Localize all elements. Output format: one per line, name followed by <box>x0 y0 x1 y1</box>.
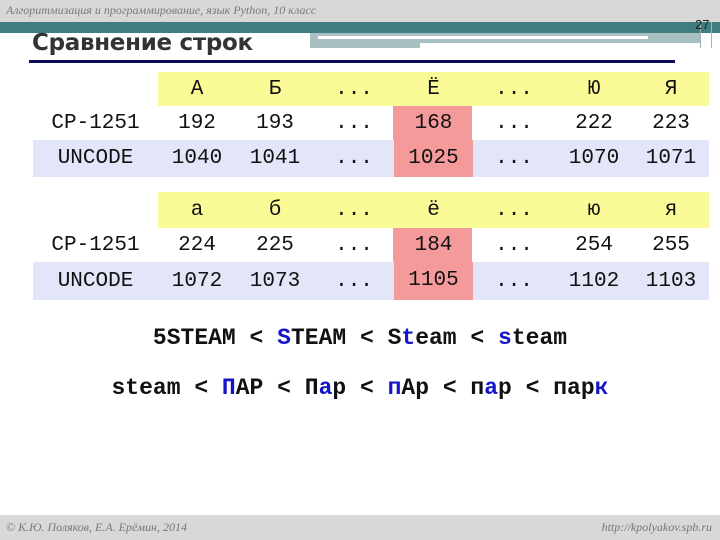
column-header: ю <box>587 198 601 222</box>
slide-number: 27 <box>695 17 710 32</box>
column-header: А <box>190 77 204 101</box>
table-cell: 168 <box>414 111 453 135</box>
table-cell: 1073 <box>249 269 301 293</box>
column-header: б <box>268 198 282 222</box>
table-cell: 223 <box>652 111 690 135</box>
highlighted-char: к <box>594 375 609 401</box>
comparison-text: TEAM < S <box>290 325 402 351</box>
table-row: UNCODE 1040 1041 ... 1025 ... 1070 1071 <box>33 140 709 177</box>
table-cell: 222 <box>575 111 613 135</box>
column-header: Б <box>268 77 282 101</box>
comparison-text: Ар < п <box>401 375 485 401</box>
column-header: ... <box>335 77 373 101</box>
table-cell: ... <box>495 233 533 257</box>
table-row: CP-1251 224 225 ... 184 ... 254 255 <box>33 228 709 262</box>
column-header: Ё <box>427 77 440 101</box>
comparison-latin: 5STEAM < STEAM < Steam < steam <box>0 325 720 351</box>
table-cell: 1071 <box>645 147 697 170</box>
comparison-text: steam < <box>111 375 222 401</box>
table-cell: 1041 <box>249 147 301 170</box>
copyright: © К.Ю. Поляков, Е.А. Ерёмин, 2014 <box>6 520 187 534</box>
table-cell: 193 <box>256 111 294 135</box>
highlighted-char: t <box>401 325 416 351</box>
table-cell: 1040 <box>171 147 223 170</box>
table-cell: 255 <box>652 233 690 257</box>
comparison-text: eam < <box>415 325 499 351</box>
highlighted-char: п <box>387 375 402 401</box>
decor-band-line <box>318 36 648 39</box>
table-cell: 1103 <box>645 269 697 293</box>
column-header: ё <box>427 198 440 222</box>
column-header: ... <box>495 198 533 222</box>
table-cell: 1025 <box>394 140 473 177</box>
table-cell: 1105 <box>394 262 473 300</box>
comparison-text: р < <box>332 375 388 401</box>
table-row: CP-1251 192 193 ... 168 ... 222 223 <box>33 106 709 140</box>
comparison-text: team <box>511 325 568 351</box>
column-header: а <box>190 198 204 222</box>
table-cell: 1072 <box>171 269 223 293</box>
title-underline <box>29 60 675 63</box>
table-cell: 224 <box>178 233 216 257</box>
decor-band-3 <box>310 43 420 48</box>
row-label: UNCODE <box>57 147 134 170</box>
row-label: CP-1251 <box>51 111 140 135</box>
table-header-row: А Б ... Ё ... Ю Я <box>33 72 709 106</box>
highlighted-char: s <box>498 325 512 351</box>
column-header: я <box>664 198 678 222</box>
table-cell: 225 <box>256 233 294 257</box>
highlighted-char: а <box>484 375 499 401</box>
header-bar: Алгоритмизация и программирование, язык … <box>0 0 720 22</box>
table-cell: 184 <box>414 233 453 257</box>
comparison-text: р < пар <box>498 375 595 401</box>
footer-bar: © К.Ю. Поляков, Е.А. Ерёмин, 2014 http:/… <box>0 515 720 540</box>
table-cell: ... <box>495 269 533 293</box>
table-cell: ... <box>335 233 373 257</box>
slide-title: Сравнение строк <box>32 30 253 56</box>
table-header-row: а б ... ё ... ю я <box>33 192 709 228</box>
comparison-cyrillic: steam < ПАР < Пар < пАр < пар < парк <box>0 375 720 401</box>
table-cell: ... <box>335 269 373 293</box>
column-header: ... <box>495 77 533 101</box>
row-label: UNCODE <box>57 269 134 293</box>
row-label: CP-1251 <box>51 233 140 257</box>
table-cell: ... <box>335 111 373 135</box>
highlighted-char: П <box>221 375 236 401</box>
table-cell: ... <box>495 147 533 170</box>
table-cell: 1102 <box>568 269 620 293</box>
table-cell: ... <box>335 147 373 170</box>
table-cell: 1070 <box>568 147 620 170</box>
column-header: ... <box>335 198 373 222</box>
highlighted-char: S <box>277 325 291 351</box>
table-row: UNCODE 1072 1073 ... 1105 ... 1102 1103 <box>33 262 709 300</box>
highlighted-char: а <box>318 375 333 401</box>
comparison-text: АР < П <box>235 375 319 401</box>
site-url: http://kpolyakov.spb.ru <box>601 520 712 534</box>
table-cell: ... <box>495 111 533 135</box>
comparison-text: 5STEAM < <box>152 325 278 351</box>
table-cell: 254 <box>575 233 613 257</box>
table-cell: 192 <box>178 111 216 135</box>
column-header: Ю <box>587 77 601 101</box>
course-title: Алгоритмизация и программирование, язык … <box>6 3 317 17</box>
column-header: Я <box>664 77 678 101</box>
